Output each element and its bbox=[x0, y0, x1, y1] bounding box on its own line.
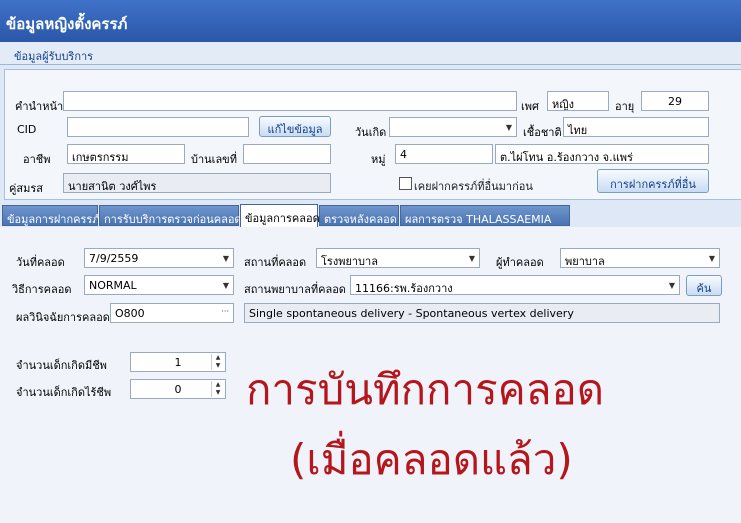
live-births-stepper[interactable]: 1 ▲ ▼ bbox=[130, 352, 226, 372]
delivery-hospital-value: 11166:รพ.ร้องกวาง bbox=[355, 282, 453, 295]
diagnosis-code-field[interactable]: O800 ··· bbox=[110, 303, 234, 323]
live-births-label: จำนวนเด็กเกิดมีชีพ bbox=[16, 359, 107, 372]
stillbirths-label: จำนวนเด็กเกิดไร้ชีพ bbox=[16, 386, 112, 399]
moo-label: หมู่ bbox=[371, 153, 386, 166]
delivery-panel: วันที่คลอด 7/9/2559 ▼ สถานที่คลอด โรงพยา… bbox=[0, 227, 741, 523]
spin-down-icon[interactable]: ▼ bbox=[216, 389, 221, 396]
occupation-label: อาชีพ bbox=[23, 153, 51, 166]
delivery-hospital-label: สถานพยาบาลที่คลอด bbox=[244, 283, 346, 296]
diagnosis-code-value: O800 bbox=[115, 307, 145, 320]
birthdate-picker[interactable]: ▼ bbox=[389, 117, 517, 137]
delivery-method-value: NORMAL bbox=[89, 279, 137, 292]
prefix-label: คำนำหน้า bbox=[15, 100, 64, 113]
cid-field[interactable] bbox=[67, 117, 249, 137]
attendant-select[interactable]: พยาบาล ▼ bbox=[560, 248, 720, 268]
patient-section-title: ข้อมูลผู้รับบริการ bbox=[14, 50, 94, 63]
ethnicity-field[interactable]: ไทย bbox=[563, 117, 709, 137]
chevron-down-icon[interactable]: ▼ bbox=[469, 254, 475, 263]
spin-up-icon[interactable]: ▲ bbox=[216, 381, 221, 388]
spinner-icon[interactable]: ▲ ▼ bbox=[211, 381, 224, 397]
live-births-value: 1 bbox=[174, 356, 182, 369]
patient-info-panel: คำนำหน้า เพศ หญิง อายุ 29 CID แก้ไขข้อมู… bbox=[4, 69, 741, 200]
other-prenatal-checkbox[interactable] bbox=[399, 177, 412, 190]
delivery-place-label: สถานที่คลอด bbox=[244, 256, 307, 269]
moo-field[interactable]: 4 bbox=[395, 144, 493, 164]
occupation-field[interactable]: เกษตรกรรม bbox=[67, 144, 185, 164]
delivery-date-picker[interactable]: 7/9/2559 ▼ bbox=[84, 248, 234, 268]
ellipsis-icon[interactable]: ··· bbox=[221, 307, 229, 316]
stillbirths-stepper[interactable]: 0 ▲ ▼ bbox=[130, 379, 226, 399]
title-bar: ข้อมูลหญิงตั้งครรภ์ bbox=[0, 0, 741, 42]
cid-label: CID bbox=[17, 123, 37, 136]
delivery-method-label: วิธีการคลอด bbox=[12, 283, 72, 296]
delivery-date-label: วันที่คลอด bbox=[16, 256, 65, 269]
age-label: อายุ bbox=[615, 100, 635, 113]
birthdate-label: วันเกิด bbox=[355, 126, 387, 139]
edit-patient-button[interactable]: แก้ไขข้อมูล bbox=[259, 116, 331, 137]
spin-up-icon[interactable]: ▲ bbox=[216, 354, 221, 361]
other-prenatal-label: เคยฝากครรภ์ที่อื่นมาก่อน bbox=[414, 180, 533, 193]
ethnicity-label: เชื้อชาติ bbox=[523, 126, 562, 139]
prefix-name-field[interactable] bbox=[63, 91, 517, 111]
spouse-label: คู่สมรส bbox=[9, 182, 43, 195]
age-field[interactable]: 29 bbox=[641, 91, 709, 111]
tab-thalassaemia[interactable]: ผลการตรวจ THALASSAEMIA bbox=[400, 205, 570, 226]
spinner-icon[interactable]: ▲ ▼ bbox=[211, 354, 224, 370]
annotation-line-1: การบันทึกการคลอด bbox=[246, 365, 604, 414]
house-no-label: บ้านเลขที่ bbox=[191, 153, 237, 166]
diagnosis-label: ผลวินิจฉัยการคลอด bbox=[16, 311, 110, 324]
chevron-down-icon[interactable]: ▼ bbox=[223, 254, 229, 263]
delivery-place-select[interactable]: โรงพยาบาล ▼ bbox=[316, 248, 480, 268]
attendant-value: พยาบาล bbox=[565, 255, 605, 268]
window-title: ข้อมูลหญิงตั้งครรภ์ bbox=[6, 15, 128, 33]
patient-section-header[interactable]: ข้อมูลผู้รับบริการ bbox=[0, 42, 741, 65]
house-no-field[interactable] bbox=[243, 144, 331, 164]
other-prenatal-button[interactable]: การฝากครรภ์ที่อื่น bbox=[597, 169, 709, 193]
tab-postnatal[interactable]: ตรวจหลังคลอด bbox=[319, 205, 399, 226]
delivery-date-value: 7/9/2559 bbox=[89, 252, 139, 265]
tab-delivery-info[interactable]: ข้อมูลการคลอด bbox=[240, 204, 320, 228]
annotation-line-2: (เมื่อคลอดแล้ว) bbox=[290, 435, 573, 484]
tab-strip: ข้อมูลการฝากครรภ์ การรับบริการตรวจก่อนคล… bbox=[0, 204, 741, 228]
chevron-down-icon[interactable]: ▼ bbox=[223, 281, 229, 290]
chevron-down-icon[interactable]: ▼ bbox=[709, 254, 715, 263]
stillbirths-value: 0 bbox=[174, 383, 182, 396]
sex-label: เพศ bbox=[521, 100, 539, 113]
sex-field[interactable]: หญิง bbox=[547, 91, 609, 111]
attendant-label: ผู้ทำคลอด bbox=[496, 256, 544, 269]
chevron-down-icon[interactable]: ▼ bbox=[506, 123, 512, 132]
delivery-hospital-select[interactable]: 11166:รพ.ร้องกวาง ▼ bbox=[350, 275, 680, 295]
spouse-field[interactable]: นายสานิต วงศ์ไพร bbox=[63, 173, 331, 193]
chevron-down-icon[interactable]: ▼ bbox=[669, 281, 675, 290]
diagnosis-description: Single spontaneous delivery - Spontaneou… bbox=[244, 303, 720, 323]
tab-prenatal-info[interactable]: ข้อมูลการฝากครรภ์ bbox=[2, 205, 100, 226]
tab-prenatal-checkups[interactable]: การรับบริการตรวจก่อนคลอด bbox=[99, 205, 242, 226]
delivery-method-select[interactable]: NORMAL ▼ bbox=[84, 275, 234, 295]
address-field[interactable]: ต.ไผ่โทน อ.ร้องกวาง จ.แพร่ bbox=[495, 144, 709, 164]
spin-down-icon[interactable]: ▼ bbox=[216, 362, 221, 369]
hospital-search-button[interactable]: ค้น bbox=[686, 275, 722, 296]
delivery-place-value: โรงพยาบาล bbox=[321, 255, 378, 268]
